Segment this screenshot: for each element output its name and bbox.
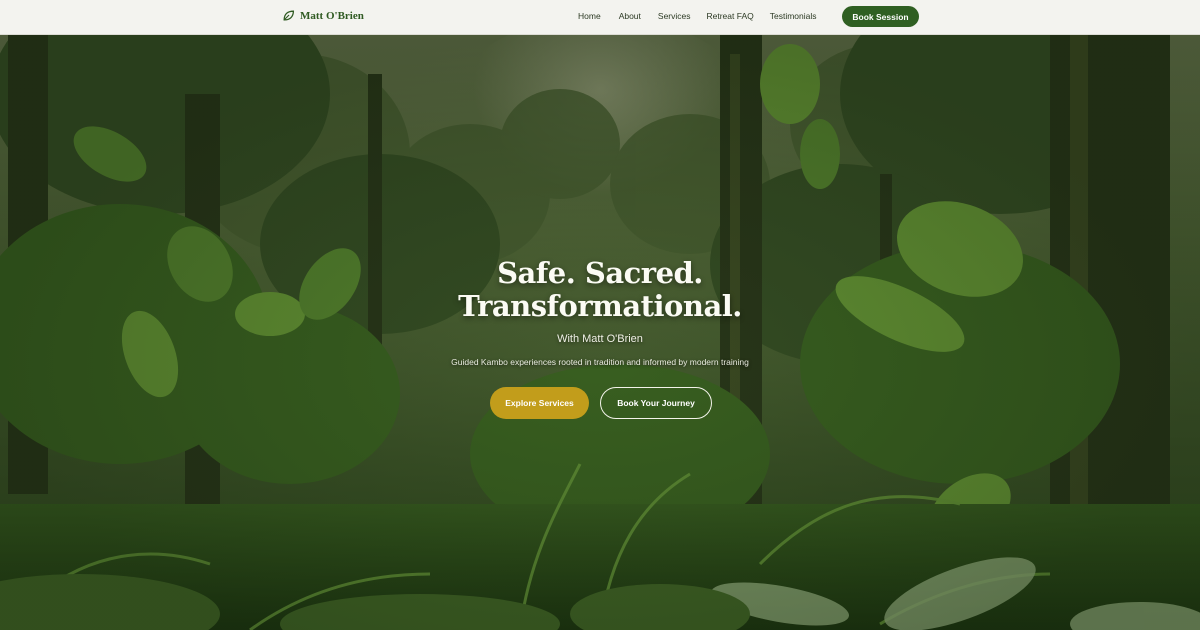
brand-logo[interactable]: Matt O'Brien (282, 9, 364, 22)
nav-testimonials[interactable]: Testimonials (770, 11, 817, 21)
hero-with-line: With Matt O'Brien (557, 333, 643, 345)
explore-services-button[interactable]: Explore Services (490, 387, 589, 419)
nav-retreat-faq[interactable]: Retreat FAQ (707, 11, 754, 21)
hero-section: Safe. Sacred. Transformational. With Mat… (0, 34, 1200, 630)
leaf-icon (283, 10, 295, 21)
site-header: Matt O'Brien Home About Services Retreat… (0, 0, 1200, 35)
main-nav: Home About Services Retreat FAQ Testimon… (578, 11, 838, 21)
hero-content: Safe. Sacred. Transformational. With Mat… (0, 34, 1200, 630)
hero-headline-line1: Safe. Sacred. (497, 256, 703, 290)
nav-home[interactable]: Home (578, 11, 601, 21)
nav-services[interactable]: Services (658, 11, 691, 21)
hero-subtitle: Guided Kambo experiences rooted in tradi… (451, 357, 749, 367)
book-session-button[interactable]: Book Session (842, 6, 919, 27)
hero-headline-line2: Transformational. (458, 289, 742, 323)
brand-name: Matt O'Brien (300, 9, 364, 22)
book-journey-button[interactable]: Book Your Journey (600, 387, 712, 419)
nav-about[interactable]: About (619, 11, 641, 21)
